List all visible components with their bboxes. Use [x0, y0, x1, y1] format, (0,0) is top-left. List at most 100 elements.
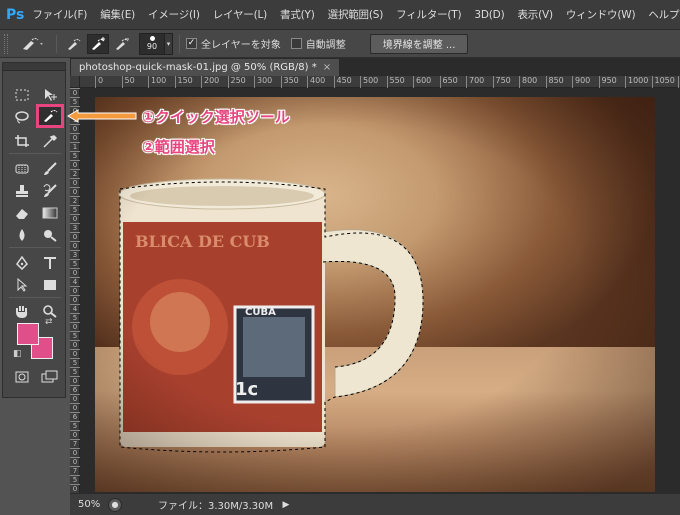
- ruler-h-tick: 1050: [651, 76, 675, 88]
- ruler-v-tick: 0: [70, 133, 80, 142]
- rectangle-tool-icon[interactable]: [39, 275, 61, 295]
- ruler-h-tick: 500: [360, 76, 378, 88]
- ruler-h-tick: 400: [307, 76, 325, 88]
- tools-separator: [9, 297, 61, 298]
- default-colors-icon[interactable]: ◧: [13, 349, 22, 359]
- rectangular-marquee-tool-icon[interactable]: [11, 85, 33, 105]
- quick-mask-mode-icon[interactable]: [11, 367, 33, 387]
- hand-tool-icon[interactable]: [11, 301, 33, 321]
- ruler-h-tick: 250: [227, 76, 246, 88]
- file-size-info: ファイル：3.30M/3.30M: [158, 501, 274, 512]
- clone-stamp-tool-icon[interactable]: [11, 181, 33, 201]
- ruler-v-tick: 0: [70, 178, 80, 187]
- menu-type[interactable]: 書式(Y): [280, 7, 315, 22]
- ruler-h-tick: 950: [598, 76, 617, 88]
- sample-all-layers-checkbox[interactable]: ✓: [186, 38, 197, 49]
- new-selection-mode-button[interactable]: [63, 34, 85, 54]
- auto-enhance-checkbox[interactable]: [290, 38, 302, 49]
- brush-tool-icon[interactable]: [39, 159, 61, 179]
- tools-panel: ⇄ ◧: [2, 62, 66, 398]
- blur-tool-icon[interactable]: [11, 225, 33, 245]
- dodge-tool-icon[interactable]: [39, 225, 61, 245]
- add-to-selection-mode-button[interactable]: [87, 33, 109, 54]
- ruler-h-tick: 850: [545, 76, 564, 88]
- options-bar: 90 ▾ ✓ 全レイヤーを対象 自動調整 境界線を調整 ...: [0, 30, 680, 58]
- brush-size-dropdown[interactable]: ▾: [165, 32, 173, 55]
- menu-filter[interactable]: フィルター(T): [396, 7, 461, 22]
- ruler-h-tick: 50: [121, 76, 135, 88]
- menu-3d[interactable]: 3D(D): [474, 9, 504, 21]
- ruler-h-tick: 1000: [625, 76, 648, 88]
- menu-edit[interactable]: 編集(E): [100, 7, 135, 22]
- ruler-v-tick: 3: [70, 223, 80, 232]
- zoom-level[interactable]: 50%: [70, 499, 108, 510]
- tool-preset-picker[interactable]: [16, 34, 50, 54]
- subtract-from-selection-mode-button[interactable]: [111, 34, 133, 54]
- lasso-tool-icon[interactable]: [11, 107, 33, 127]
- ruler-v-tick: 5: [70, 313, 80, 322]
- eyedropper-tool-icon[interactable]: [39, 131, 61, 151]
- ruler-v-tick: 5: [70, 151, 80, 160]
- ruler-h-tick: 450: [333, 76, 352, 88]
- menu-window[interactable]: ウィンドウ(W): [566, 7, 636, 22]
- eraser-tool-icon[interactable]: [11, 203, 33, 223]
- pen-tool-icon[interactable]: [11, 253, 33, 273]
- brush-subtract-icon: [116, 38, 129, 50]
- options-grip[interactable]: [4, 33, 8, 54]
- brush-size-picker[interactable]: 90: [139, 32, 165, 55]
- ruler-origin[interactable]: [70, 76, 80, 88]
- ruler-v-tick: 0: [70, 349, 80, 358]
- menu-help[interactable]: ヘルプ(H): [648, 7, 680, 22]
- status-info-icon[interactable]: ●: [108, 497, 122, 512]
- move-tool-icon[interactable]: [39, 85, 61, 105]
- swap-colors-icon[interactable]: ⇄: [45, 317, 53, 327]
- ruler-v-tick: 7: [70, 466, 80, 475]
- ruler-v-tick: 0: [70, 268, 80, 277]
- spot-healing-brush-tool-icon[interactable]: [11, 159, 33, 179]
- gradient-tool-icon[interactable]: [39, 203, 61, 223]
- vertical-ruler[interactable]: 0501001502002503003504004505005506006507…: [70, 88, 80, 493]
- ruler-v-tick: 0: [70, 214, 80, 223]
- ruler-h-tick: 200: [201, 76, 219, 88]
- ruler-v-tick: 4: [70, 304, 80, 313]
- menu-file[interactable]: ファイル(F): [32, 7, 87, 22]
- ruler-v-tick: 0: [70, 448, 80, 457]
- menu-bar: Ps ファイル(F) 編集(E) イメージ(I) レイヤー(L) 書式(Y) 選…: [0, 0, 680, 30]
- ruler-v-tick: 6: [70, 385, 80, 394]
- quick-selection-brush-icon: [23, 37, 43, 50]
- tools-panel-header[interactable]: [3, 63, 65, 71]
- quick-selection-tool-icon[interactable]: [36, 104, 64, 128]
- ruler-v-tick: 0: [70, 322, 80, 331]
- history-brush-tool-icon[interactable]: [39, 181, 61, 201]
- ruler-h-tick: 100: [148, 76, 166, 88]
- type-tool-icon[interactable]: [39, 253, 61, 273]
- menu-layer[interactable]: レイヤー(L): [213, 7, 268, 22]
- refine-edge-button[interactable]: 境界線を調整 ...: [369, 33, 469, 54]
- ruler-v-tick: 5: [70, 259, 80, 268]
- ruler-v-tick: 0: [70, 160, 80, 169]
- brush-tip-icon: [149, 36, 155, 41]
- menu-image[interactable]: イメージ(I): [148, 7, 200, 22]
- menu-select[interactable]: 選択範囲(S): [328, 7, 384, 22]
- annotation-step2: ②範囲選択: [142, 138, 215, 156]
- foreground-color-swatch[interactable]: [17, 323, 39, 345]
- ruler-h-tick: 750: [492, 76, 511, 88]
- close-tab-icon[interactable]: ×: [323, 62, 331, 73]
- path-selection-tool-icon[interactable]: [11, 275, 33, 295]
- screen-mode-icon[interactable]: [39, 367, 61, 387]
- document-tab-title: photoshop-quick-mask-01.jpg @ 50% (RGB/8…: [79, 62, 317, 73]
- ruler-v-tick: 3: [70, 250, 80, 259]
- document-tab[interactable]: photoshop-quick-mask-01.jpg @ 50% (RGB/8…: [70, 58, 341, 76]
- ruler-v-tick: 0: [70, 376, 80, 385]
- ruler-v-tick: 2: [70, 169, 80, 178]
- crop-tool-icon[interactable]: [11, 131, 33, 151]
- status-menu-arrow-icon[interactable]: ▶: [278, 497, 294, 513]
- ruler-h-tick: 150: [174, 76, 193, 88]
- auto-enhance-label: 自動調整: [305, 40, 346, 51]
- horizontal-ruler[interactable]: 0 50 100 150 200 250 300 350 400 450 500 550 600 650 7…: [80, 76, 680, 88]
- tools-separator: [9, 247, 61, 248]
- ruler-v-tick: 0: [70, 295, 80, 304]
- ruler-v-tick: 5: [70, 367, 80, 376]
- ruler-h-tick: 350: [280, 76, 299, 88]
- menu-view[interactable]: 表示(V): [517, 7, 553, 22]
